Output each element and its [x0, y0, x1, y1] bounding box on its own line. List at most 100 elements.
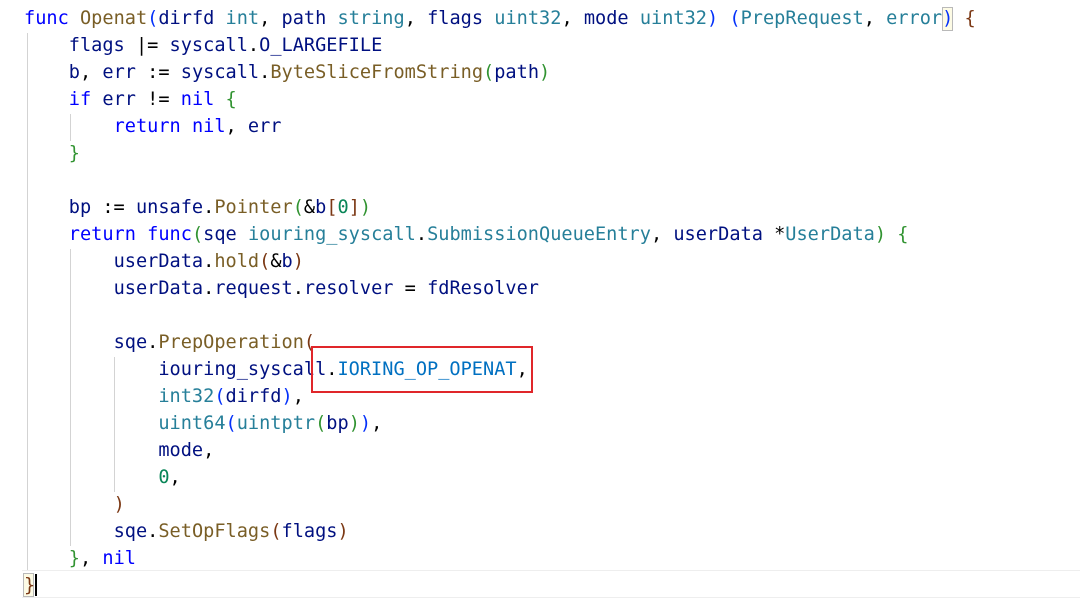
code-line[interactable]: }: [24, 572, 35, 599]
code-token: int: [225, 8, 260, 29]
code-token: ,: [79, 62, 103, 83]
code-token: O_LARGEFILE: [259, 35, 383, 56]
code-token: fdResolver: [427, 278, 540, 299]
code-token: (: [292, 197, 304, 218]
code-line[interactable]: userData.hold(&b): [24, 248, 304, 275]
code-token: (: [191, 224, 204, 245]
code-token: SetOpFlags: [158, 521, 271, 542]
code-token: ,: [225, 116, 248, 137]
code-token: bp: [68, 197, 92, 218]
code-line[interactable]: sqe.SetOpFlags(flags): [24, 518, 349, 545]
code-token: ,: [203, 440, 215, 461]
code-token: sqe: [113, 332, 148, 353]
code-token: b: [68, 62, 80, 83]
code-editor[interactable]: func Openat(dirfd int, path string, flag…: [0, 0, 1080, 603]
code-token: b: [281, 251, 293, 272]
code-line[interactable]: bp := unsafe.Pointer(&b[0]): [24, 194, 371, 221]
code-token: ): [292, 251, 304, 272]
code-line[interactable]: userData.request.resolver = fdResolver: [24, 275, 539, 302]
code-token: ,: [259, 8, 282, 29]
code-token: (: [225, 413, 237, 434]
code-token: (: [214, 386, 226, 407]
code-line[interactable]: uint64(uintptr(bp)),: [24, 410, 382, 437]
code-token: ): [539, 62, 551, 83]
code-token: path: [494, 62, 540, 83]
code-token: syscall: [180, 62, 260, 83]
code-line[interactable]: func Openat(dirfd int, path string, flag…: [24, 5, 976, 32]
current-line-highlight: [22, 570, 1080, 598]
code-token: .: [147, 521, 159, 542]
code-line[interactable]: return nil, err: [24, 113, 282, 140]
code-token: 0: [337, 197, 349, 218]
code-line[interactable]: flags |= syscall.O_LARGEFILE: [24, 32, 382, 59]
code-token: }: [68, 548, 80, 569]
code-token: (: [147, 8, 159, 29]
code-token: error: [886, 8, 943, 29]
annotation-highlight-box: [311, 346, 533, 393]
code-token: return: [113, 116, 181, 137]
code-token: ): [281, 386, 293, 407]
code-token: Pointer: [214, 197, 293, 218]
code-token: iouring_syscall: [247, 224, 416, 245]
code-token: uintptr: [236, 413, 316, 434]
code-token: ): [874, 224, 887, 245]
code-token: return: [68, 224, 136, 245]
code-token: syscall: [169, 35, 248, 56]
code-token: (: [259, 251, 271, 272]
code-token: userData: [673, 224, 763, 245]
code-token: UserData: [785, 224, 875, 245]
code-token: PrepRequest: [740, 8, 864, 29]
code-token: nil: [102, 548, 136, 569]
code-token: err: [102, 89, 136, 110]
code-token: ,: [371, 413, 383, 434]
code-token: userData: [113, 278, 204, 299]
code-line[interactable]: int32(dirfd),: [24, 383, 304, 410]
code-line[interactable]: ): [24, 491, 125, 518]
code-line[interactable]: }: [24, 140, 80, 167]
code-line[interactable]: 0,: [24, 464, 181, 491]
code-token: ): [337, 521, 349, 542]
code-line[interactable]: if err != nil {: [24, 86, 237, 113]
code-token: dirfd: [158, 8, 215, 29]
code-line[interactable]: sqe.PrepOperation(: [24, 329, 316, 356]
code-line[interactable]: mode,: [24, 437, 214, 464]
code-token: userData: [113, 251, 204, 272]
code-token: sqe: [113, 521, 148, 542]
code-line[interactable]: }, nil: [24, 545, 136, 572]
code-token: bp: [326, 413, 349, 434]
code-line[interactable]: b, err := syscall.ByteSliceFromString(pa…: [24, 59, 550, 86]
text-cursor: [35, 574, 37, 596]
code-token: ): [942, 8, 954, 29]
code-token: {: [225, 89, 237, 110]
code-token: ,: [561, 8, 584, 29]
code-token: ): [348, 413, 360, 434]
code-token: .: [247, 35, 260, 56]
code-line[interactable]: return func(sqe iouring_syscall.Submissi…: [24, 221, 909, 248]
code-token: mode: [158, 440, 204, 461]
code-token: err: [247, 116, 282, 137]
code-token: ,: [169, 467, 181, 488]
code-token: (: [729, 8, 741, 29]
code-token: |=: [124, 35, 170, 56]
code-token: Openat: [79, 8, 148, 29]
code-token: PrepOperation: [158, 332, 304, 353]
code-token: (: [315, 413, 327, 434]
